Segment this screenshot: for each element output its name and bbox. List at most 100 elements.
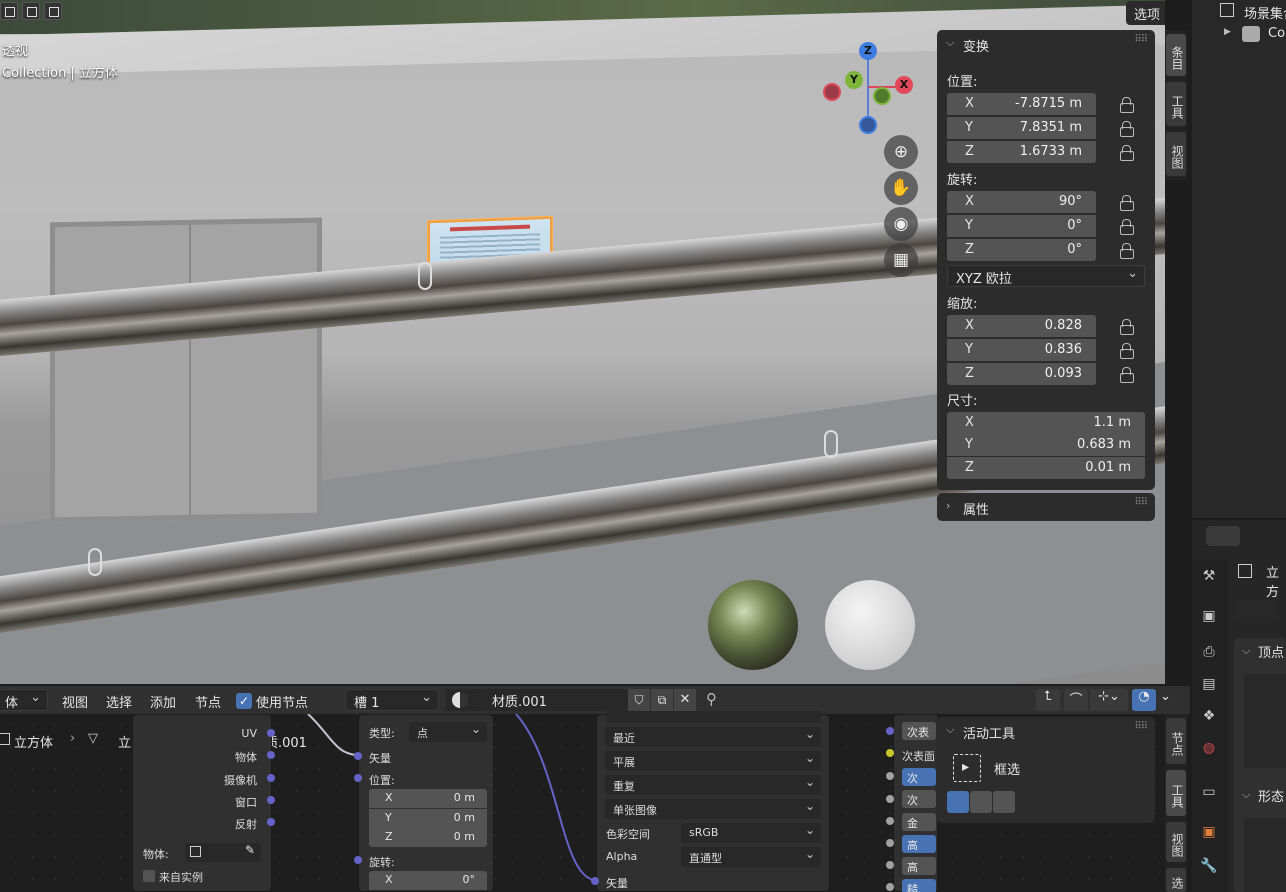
expand-arrow-icon[interactable]: ▶ xyxy=(1224,27,1231,37)
close-icon[interactable]: ✕ xyxy=(674,689,696,711)
socket-location-in[interactable] xyxy=(354,774,362,782)
lock-icon[interactable] xyxy=(1118,120,1134,137)
properties-panel[interactable]: › 属性 ⠿⠿ xyxy=(937,493,1155,521)
menu-select[interactable]: 选择 xyxy=(106,692,132,711)
socket-uv[interactable] xyxy=(267,729,275,737)
select-subtract-icon[interactable] xyxy=(44,2,62,20)
tab-extra[interactable]: 选 xyxy=(1166,868,1186,892)
location-y-field[interactable]: Y 7.8351 m xyxy=(947,117,1096,139)
socket-bsdf-1[interactable] xyxy=(886,727,894,735)
world-icon[interactable]: ◍ xyxy=(1200,740,1218,758)
socket-bsdf-7[interactable] xyxy=(886,861,894,869)
socket-bsdf-4[interactable] xyxy=(886,795,894,803)
subsurface-method-select[interactable]: 次表 xyxy=(902,722,936,740)
view-layer-icon[interactable]: ▤ xyxy=(1200,676,1218,694)
image-texture-node[interactable]: 最近 平展 重复 单张图像 色彩空间 sRGB Alpha 直通型 矢量 xyxy=(596,711,830,892)
lock-icon[interactable] xyxy=(1118,144,1134,161)
transform-panel-header[interactable]: ⌵ 变换 ⠿⠿ xyxy=(937,30,1155,58)
select-mode-new-icon[interactable] xyxy=(947,791,969,813)
rotation-z-field[interactable]: Z 0° xyxy=(947,239,1096,261)
fake-user-shield-icon[interactable]: ⛉ xyxy=(628,689,650,711)
socket-camera[interactable] xyxy=(267,774,275,782)
dimensions-x-field[interactable]: X 1.1 m xyxy=(947,412,1145,434)
select-new-icon[interactable] xyxy=(0,2,18,20)
metallic-field[interactable]: 金 xyxy=(902,813,936,831)
outliner[interactable]: 场景集合 ▶ Co xyxy=(1192,0,1286,518)
tab-tool[interactable]: 工具 xyxy=(1166,82,1186,126)
shape-keys-list[interactable] xyxy=(1244,818,1286,892)
rotation-y-field[interactable]: Y 0° xyxy=(947,215,1096,237)
snap-icon[interactable]: ⌒ xyxy=(1064,689,1088,711)
colorspace-select[interactable]: sRGB xyxy=(681,823,821,843)
socket-window[interactable] xyxy=(267,796,275,804)
slot-select[interactable]: 槽 1 xyxy=(345,689,439,711)
box-select-tool-icon[interactable]: ▸ xyxy=(953,754,981,782)
menu-add[interactable]: 添加 xyxy=(150,692,176,711)
projection-select[interactable]: 平展 xyxy=(605,751,821,771)
rotation-x-field[interactable]: X 90° xyxy=(947,191,1096,213)
editor-mode-select[interactable]: 体 xyxy=(0,689,48,711)
scale-z-field[interactable]: Z 0.093 xyxy=(947,363,1096,385)
output-icon[interactable]: ⎙ xyxy=(1200,644,1218,662)
gizmo-neg-z-ball[interactable] xyxy=(859,116,877,134)
gizmo-y-ball[interactable]: Y xyxy=(845,71,863,89)
menu-node[interactable]: 节点 xyxy=(195,692,221,711)
gizmo-neg-y-ball[interactable] xyxy=(873,87,891,105)
roughness-field[interactable]: 糙 xyxy=(902,879,936,892)
subsurface-radius-field[interactable]: 次 xyxy=(902,790,936,808)
mapping-location-x[interactable]: X0 m xyxy=(369,789,487,808)
tab-view[interactable]: 视图 xyxy=(1166,132,1186,176)
socket-reflection[interactable] xyxy=(267,818,275,826)
render-icon[interactable]: ▣ xyxy=(1200,608,1218,626)
scene-collection-label[interactable]: 场景集合 xyxy=(1244,3,1286,22)
socket-bsdf-5[interactable] xyxy=(886,817,894,825)
alpha-select[interactable]: 直通型 xyxy=(681,847,821,867)
drag-grip-icon[interactable]: ⠿⠿ xyxy=(1134,497,1148,508)
object-picker[interactable]: ✎ xyxy=(185,843,261,862)
gizmo-z-ball[interactable]: Z xyxy=(859,42,877,60)
subsurface-weight-field[interactable]: 次 xyxy=(902,768,936,786)
camera-icon[interactable]: ◉ xyxy=(884,207,918,241)
scale-x-field[interactable]: X 0.828 xyxy=(947,315,1096,337)
select-extend-icon[interactable] xyxy=(22,2,40,20)
parent-node-icon[interactable]: ⮤ xyxy=(1036,689,1060,711)
dimensions-z-field[interactable]: Z 0.01 m xyxy=(947,457,1145,479)
editor-type-button[interactable] xyxy=(1206,526,1240,546)
from-instancer-checkbox[interactable] xyxy=(143,870,155,882)
tab-item[interactable]: 条目 xyxy=(1166,34,1186,76)
mapping-location-y[interactable]: Y0 m xyxy=(369,809,487,828)
socket-image-vector-in[interactable] xyxy=(591,877,599,885)
lock-icon[interactable] xyxy=(1118,218,1134,235)
drag-grip-icon[interactable]: ⠿⠿ xyxy=(1134,34,1148,45)
gizmo-neg-x-ball[interactable] xyxy=(823,83,841,101)
tab-view[interactable]: 视图 xyxy=(1166,822,1186,862)
lock-icon[interactable] xyxy=(1118,242,1134,259)
lock-icon[interactable] xyxy=(1118,342,1134,359)
lock-icon[interactable] xyxy=(1118,318,1134,335)
socket-vector-in[interactable] xyxy=(354,752,362,760)
menu-view[interactable]: 视图 xyxy=(62,692,88,711)
scale-y-field[interactable]: Y 0.836 xyxy=(947,339,1096,361)
socket-bsdf-3[interactable] xyxy=(886,772,894,780)
eyedropper-icon[interactable]: ✎ xyxy=(245,843,255,857)
object-icon[interactable]: ▣ xyxy=(1200,824,1218,842)
pin-icon[interactable]: ⚲ xyxy=(706,690,717,708)
interpolation-select[interactable]: 最近 xyxy=(605,727,821,747)
socket-bsdf-6[interactable] xyxy=(886,839,894,847)
properties-editor[interactable]: ⚒ ▣ ⎙ ▤ ❖ ◍ ▭ ▣ 🔧 立方 ⌵ 顶点 ⌵ 形态 xyxy=(1192,520,1286,892)
mapping-type-select[interactable]: 点 xyxy=(409,722,487,742)
use-nodes-checkbox[interactable]: ✓ xyxy=(236,693,252,709)
mesh-data-select[interactable] xyxy=(1236,600,1276,622)
mapping-location-z[interactable]: Z0 m xyxy=(369,828,487,847)
location-z-field[interactable]: Z 1.6733 m xyxy=(947,141,1096,163)
vertex-groups-list[interactable] xyxy=(1244,674,1286,768)
socket-subsurface-color[interactable] xyxy=(886,749,894,757)
dimensions-y-field[interactable]: Y 0.683 m xyxy=(947,434,1145,456)
rotation-mode-select[interactable]: XYZ 欧拉 xyxy=(947,265,1145,287)
socket-bsdf-8[interactable] xyxy=(886,883,894,891)
image-datablock-field[interactable] xyxy=(607,711,821,723)
overlay-icon[interactable]: ◔ xyxy=(1132,689,1156,711)
source-select[interactable]: 单张图像 xyxy=(605,799,821,819)
gizmo-x-ball[interactable]: X xyxy=(895,76,913,94)
hand-icon[interactable]: ✋ xyxy=(884,171,918,205)
